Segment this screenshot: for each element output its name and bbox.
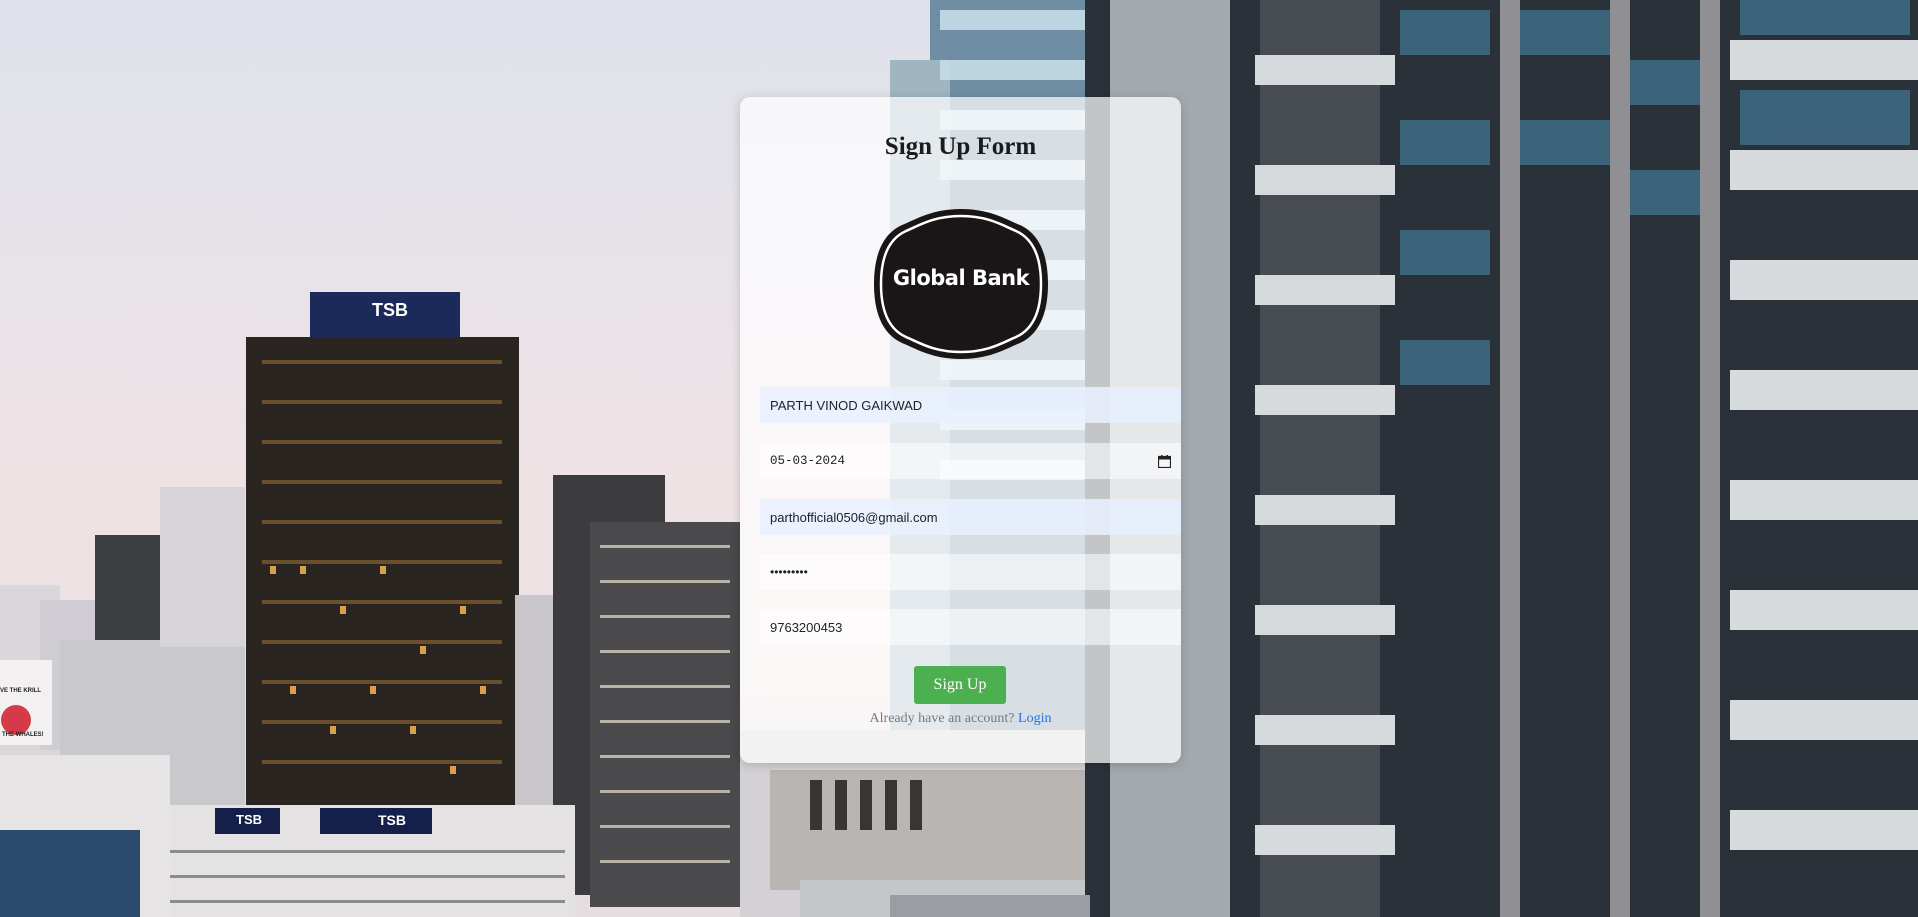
name-input[interactable]: PARTH VINOD GAIKWAD xyxy=(760,387,1181,423)
poster-text-bottom: THE WHALES! xyxy=(2,732,44,738)
name-input-value: PARTH VINOD GAIKWAD xyxy=(770,397,923,413)
tsb-sign-low-left: TSB xyxy=(236,812,262,827)
login-prompt: Already have an account? Login xyxy=(740,711,1181,727)
global-bank-logo: Global Bank xyxy=(870,205,1052,363)
poster-text-top: VE THE KRILL xyxy=(0,688,42,694)
calendar-icon[interactable] xyxy=(1157,454,1172,468)
email-input[interactable]: parthofficial0506@gmail.com xyxy=(760,499,1181,535)
date-input-value: 05-03-2024 xyxy=(770,454,846,468)
email-input-value: parthofficial0506@gmail.com xyxy=(770,509,938,525)
logo-text: Global Bank xyxy=(892,266,1030,290)
form-title: Sign Up Form xyxy=(884,133,1037,160)
password-input[interactable]: ••••••••• xyxy=(760,554,1181,590)
date-input[interactable]: 05-03-2024 xyxy=(760,443,1181,479)
signup-card: Sign Up Form Global Bank PARTH VINOD GAI… xyxy=(740,97,1181,763)
tsb-sign-tower: TSB xyxy=(372,300,408,320)
login-prompt-text: Already have an account? xyxy=(869,711,1015,726)
password-input-value: ••••••••• xyxy=(770,565,808,579)
signup-button[interactable]: Sign Up xyxy=(914,666,1006,704)
phone-input[interactable]: 9763200453 xyxy=(760,609,1181,645)
login-link[interactable]: Login xyxy=(1018,711,1051,726)
phone-input-value: 9763200453 xyxy=(770,619,843,635)
tsb-sign-low-right: TSB xyxy=(378,812,406,828)
